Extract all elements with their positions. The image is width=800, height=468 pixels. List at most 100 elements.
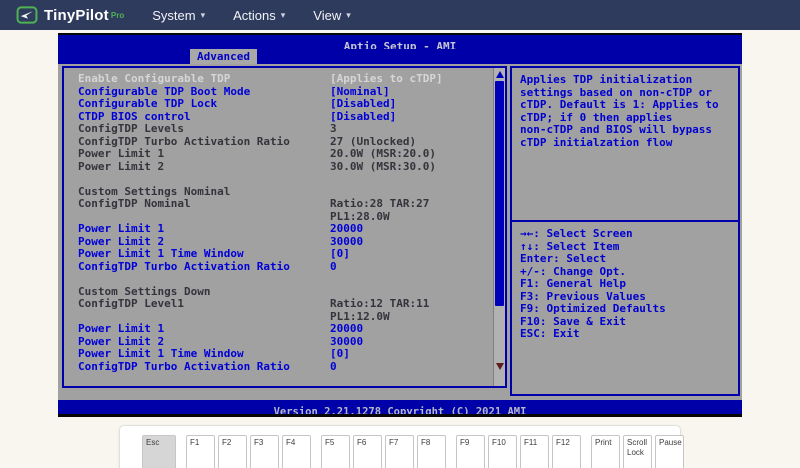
key-group: F9F10F11F12 bbox=[456, 435, 581, 468]
scroll-down-arrow-icon[interactable] bbox=[496, 363, 504, 370]
setting-label bbox=[78, 311, 330, 324]
tab-advanced[interactable]: Advanced bbox=[190, 49, 257, 64]
help-panel: Applies TDP initialization settings base… bbox=[510, 66, 740, 396]
tinypilot-logo-icon bbox=[16, 6, 38, 24]
setting-value: 20000 bbox=[330, 323, 491, 336]
key-esc[interactable]: Esc bbox=[142, 435, 176, 468]
scrollbar[interactable] bbox=[493, 68, 505, 386]
setting-row[interactable]: Power Limit 230000 bbox=[78, 236, 491, 249]
setting-value: 30000 bbox=[330, 236, 491, 249]
setting-row[interactable]: Power Limit 1 Time Window[0] bbox=[78, 348, 491, 361]
setting-row[interactable]: ConfigTDP Turbo Activation Ratio0 bbox=[78, 361, 491, 374]
setting-label: Power Limit 2 bbox=[78, 236, 330, 249]
virtual-keyboard-row: Esc F1F2F3F4 F5F6F7F8 F9F10F11F12 PrintScrol… bbox=[120, 426, 680, 468]
setting-value: [Disabled] bbox=[330, 111, 491, 124]
menu-actions[interactable]: Actions ▾ bbox=[219, 0, 299, 30]
setting-row: ConfigTDP Levels3 bbox=[78, 123, 491, 136]
setting-value: 3 bbox=[330, 123, 491, 136]
setting-label: Enable Configurable TDP bbox=[78, 73, 330, 86]
setting-label: Power Limit 1 Time Window bbox=[78, 348, 330, 361]
bios-tab-row: Advanced bbox=[58, 49, 742, 64]
setting-value bbox=[330, 186, 491, 199]
setting-row[interactable]: Power Limit 120000 bbox=[78, 223, 491, 236]
pro-badge: Pro bbox=[111, 11, 124, 20]
setting-row: Power Limit 120.0W (MSR:20.0) bbox=[78, 148, 491, 161]
key-f9[interactable]: F9 bbox=[456, 435, 485, 468]
setting-label: Configurable TDP Lock bbox=[78, 98, 330, 111]
setting-value: [Disabled] bbox=[330, 98, 491, 111]
key-f6[interactable]: F6 bbox=[353, 435, 382, 468]
setting-row: ConfigTDP NominalRatio:28 TAR:27 bbox=[78, 198, 491, 211]
setting-value: 30.0W (MSR:30.0) bbox=[330, 161, 491, 174]
bios-bottom-edge bbox=[58, 414, 742, 417]
setting-value: 0 bbox=[330, 361, 491, 374]
key-f10[interactable]: F10 bbox=[488, 435, 517, 468]
hotkey-line: ESC: Exit bbox=[520, 328, 730, 341]
key-f4[interactable]: F4 bbox=[282, 435, 311, 468]
setting-label bbox=[78, 173, 330, 186]
brand-name: TinyPilot bbox=[44, 7, 109, 24]
setting-row: ConfigTDP Level1Ratio:12 TAR:11 bbox=[78, 298, 491, 311]
key-f5[interactable]: F5 bbox=[321, 435, 350, 468]
key-group: PrintScroll LockPause bbox=[591, 435, 684, 468]
setting-label: Custom Settings Nominal bbox=[78, 186, 330, 199]
key-print[interactable]: Print bbox=[591, 435, 620, 468]
key-f7[interactable]: F7 bbox=[385, 435, 414, 468]
setting-value: 30000 bbox=[330, 336, 491, 349]
setting-row[interactable]: CTDP BIOS control[Disabled] bbox=[78, 111, 491, 124]
setting-label: CTDP BIOS control bbox=[78, 111, 330, 124]
scrollbar-thumb[interactable] bbox=[495, 81, 504, 306]
key-group: F1F2F3F4 bbox=[186, 435, 311, 468]
menu-view[interactable]: View ▾ bbox=[299, 0, 364, 30]
setting-value: PL1:12.0W bbox=[330, 311, 491, 324]
key-f1[interactable]: F1 bbox=[186, 435, 215, 468]
setting-row[interactable]: Power Limit 120000 bbox=[78, 323, 491, 336]
chevron-down-icon: ▾ bbox=[346, 10, 351, 21]
setting-row[interactable]: ConfigTDP Turbo Activation Ratio0 bbox=[78, 261, 491, 274]
setting-label: Power Limit 2 bbox=[78, 161, 330, 174]
setting-value: 20.0W (MSR:20.0) bbox=[330, 148, 491, 161]
version-bar: Version 2.21.1278 Copyright (C) 2021 AMI bbox=[58, 400, 742, 414]
hotkey-legend: →←: Select Screen↑↓: Select ItemEnter: S… bbox=[512, 222, 738, 347]
key-f3[interactable]: F3 bbox=[250, 435, 279, 468]
remote-screen[interactable]: Aptio Setup - AMI Advanced Enable Config… bbox=[58, 33, 742, 415]
hotkey-line: →←: Select Screen bbox=[520, 228, 730, 241]
key-f8[interactable]: F8 bbox=[417, 435, 446, 468]
key-scroll-lock[interactable]: Scroll Lock bbox=[623, 435, 652, 468]
setting-label: Power Limit 1 Time Window bbox=[78, 248, 330, 261]
key-f11[interactable]: F11 bbox=[520, 435, 549, 468]
navbar-menus: System ▾ Actions ▾ View ▾ bbox=[138, 0, 365, 30]
setting-value: [0] bbox=[330, 348, 491, 361]
setting-row: Custom Settings Nominal bbox=[78, 186, 491, 199]
chevron-down-icon: ▾ bbox=[201, 10, 206, 21]
setting-label: Custom Settings Down bbox=[78, 286, 330, 299]
menu-view-label: View bbox=[313, 8, 341, 23]
setting-row bbox=[78, 173, 491, 186]
bios-content: Enable Configurable TDP[Applies to cTDP]… bbox=[58, 64, 742, 400]
setting-row bbox=[78, 273, 491, 286]
setting-label bbox=[78, 273, 330, 286]
setting-label: Power Limit 1 bbox=[78, 148, 330, 161]
setting-label: ConfigTDP Level1 bbox=[78, 298, 330, 311]
setting-value: Ratio:28 TAR:27 bbox=[330, 198, 491, 211]
setting-value bbox=[330, 273, 491, 286]
menu-system[interactable]: System ▾ bbox=[138, 0, 219, 30]
setting-label: ConfigTDP Turbo Activation Ratio bbox=[78, 361, 330, 374]
setting-value: [Nominal] bbox=[330, 86, 491, 99]
setting-row[interactable]: Configurable TDP Boot Mode[Nominal] bbox=[78, 86, 491, 99]
setting-label: ConfigTDP Turbo Activation Ratio bbox=[78, 261, 330, 274]
menu-actions-label: Actions bbox=[233, 8, 276, 23]
setting-row[interactable]: Power Limit 1 Time Window[0] bbox=[78, 248, 491, 261]
setting-value bbox=[330, 286, 491, 299]
key-group: Esc bbox=[142, 435, 176, 468]
key-pause[interactable]: Pause bbox=[655, 435, 684, 468]
setting-row[interactable]: Enable Configurable TDP[Applies to cTDP] bbox=[78, 73, 491, 86]
scroll-up-arrow-icon[interactable] bbox=[496, 71, 504, 78]
brand-logo[interactable]: TinyPilot Pro bbox=[16, 6, 124, 24]
top-navbar: TinyPilot Pro System ▾ Actions ▾ View ▾ bbox=[0, 0, 800, 30]
setting-row[interactable]: Configurable TDP Lock[Disabled] bbox=[78, 98, 491, 111]
setting-row[interactable]: Power Limit 230000 bbox=[78, 336, 491, 349]
key-f12[interactable]: F12 bbox=[552, 435, 581, 468]
key-f2[interactable]: F2 bbox=[218, 435, 247, 468]
virtual-keyboard: Esc F1F2F3F4 F5F6F7F8 F9F10F11F12 PrintScrol… bbox=[119, 425, 681, 468]
